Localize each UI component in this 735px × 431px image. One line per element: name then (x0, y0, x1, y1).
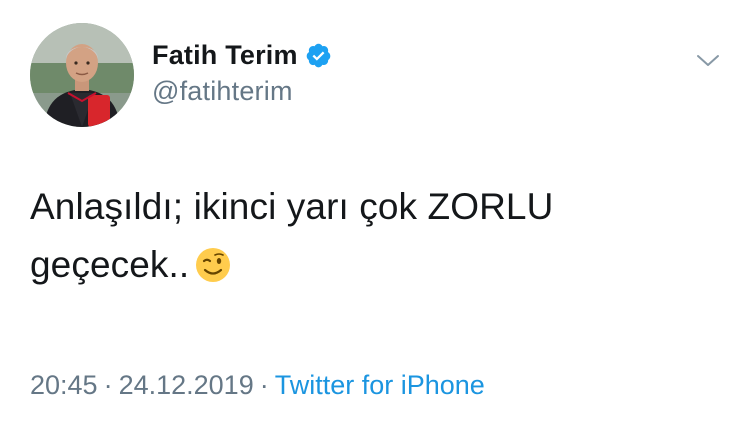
tweet-text-line-2-text: geçecek.. (30, 244, 190, 285)
winking-face-icon (195, 242, 231, 282)
tweet-date[interactable]: 24.12.2019 (119, 370, 254, 400)
chevron-down-icon[interactable] (693, 45, 723, 75)
profile-photo-icon (30, 23, 134, 127)
display-name[interactable]: Fatih Terim (152, 40, 298, 71)
display-name-row: Fatih Terim (152, 38, 332, 72)
meta-separator: · (103, 370, 113, 400)
user-handle[interactable]: @fatihterim (152, 76, 293, 107)
tweet-text-line-1: Anlaşıldı; ikinci yarı çok ZORLU (30, 186, 554, 227)
tweet-source-link[interactable]: Twitter for iPhone (275, 370, 485, 400)
tweet-text: Anlaşıldı; ikinci yarı çok ZORLU geçecek… (30, 178, 670, 294)
tweet-meta: 20:45 · 24.12.2019 · Twitter for iPhone (30, 370, 485, 401)
avatar[interactable] (30, 23, 134, 127)
verified-badge-icon (305, 42, 332, 69)
meta-separator-2: · (259, 370, 269, 400)
tweet-text-line-2: geçecek.. (30, 236, 670, 294)
tweet-time[interactable]: 20:45 (30, 370, 98, 400)
